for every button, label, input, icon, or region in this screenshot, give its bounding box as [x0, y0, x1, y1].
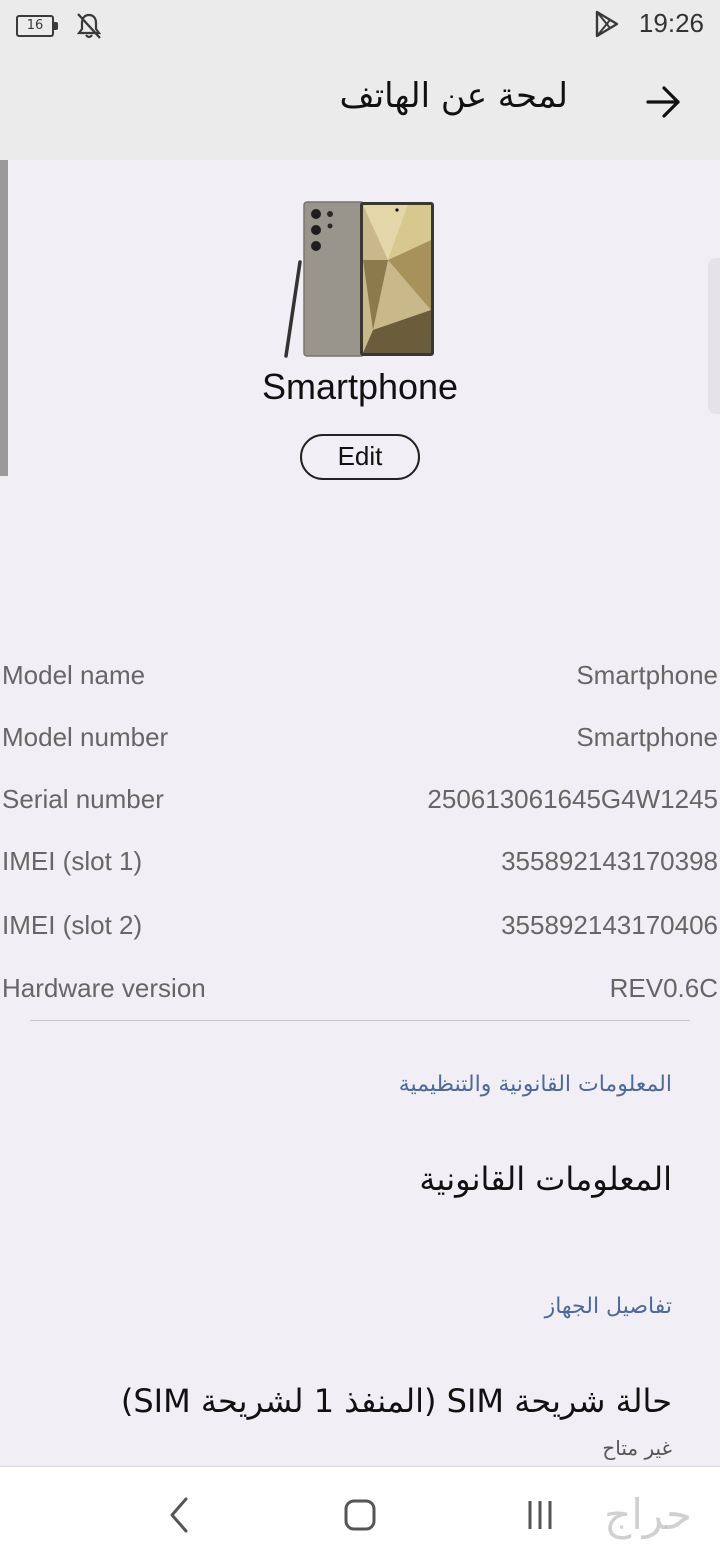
info-value: Smartphone [576, 722, 718, 752]
home-icon[interactable] [336, 1491, 384, 1539]
app-bar: لمحة عن الهاتف [0, 52, 720, 160]
edit-button[interactable]: Edit [300, 434, 420, 480]
clock: 19:26 [638, 8, 704, 38]
battery-level: 16 [26, 18, 44, 33]
info-label: IMEI (slot 1) [2, 846, 143, 876]
info-value: REV0.6C [609, 973, 718, 1003]
info-row-serial-number: Serial number 250613061645G4W1245 [0, 784, 720, 824]
info-value: 355892143170406 [501, 910, 718, 940]
back-arrow-icon[interactable] [644, 82, 684, 122]
status-bar: 16 19:26 [0, 0, 720, 52]
info-label: IMEI (slot 2) [2, 910, 143, 940]
info-row-model-number: Model number Smartphone [0, 722, 720, 762]
play-store-icon [595, 10, 619, 37]
mute-bell-icon [76, 13, 102, 39]
sim-status-value: غير متاح [602, 1436, 672, 1460]
info-value: Smartphone [576, 660, 718, 690]
battery-icon: 16 [16, 15, 58, 37]
info-row-hardware-version: Hardware version REV0.6C [0, 973, 720, 1013]
watermark-logo: حراج [604, 1490, 692, 1539]
sim-status-item[interactable]: حالة شريحة SIM (المنفذ 1 لشريحة SIM) [121, 1382, 672, 1420]
device-name: Smartphone [261, 366, 459, 407]
info-row-model-name: Model name Smartphone [0, 660, 720, 700]
info-row-imei-slot-1: IMEI (slot 1) 355892143170398 [0, 846, 720, 886]
page-title: لمحة عن الهاتف [339, 76, 568, 116]
info-value: 355892143170398 [501, 846, 718, 876]
back-icon[interactable] [156, 1491, 204, 1539]
divider [30, 1020, 690, 1021]
phone-image [284, 201, 434, 358]
section-header-device-details: تفاصيل الجهاز [544, 1294, 672, 1319]
info-label: Model name [2, 660, 146, 690]
info-value: 250613061645G4W1245 [427, 784, 718, 814]
info-row-imei-slot-2: IMEI (slot 2) 355892143170406 [0, 910, 720, 950]
info-label: Model number [2, 722, 169, 752]
info-label: Serial number [2, 784, 164, 814]
left-edge-indicator [0, 160, 8, 476]
section-header-legal: المعلومات القانونية والتنظيمية [398, 1072, 672, 1097]
info-label: Hardware version [2, 973, 206, 1003]
legal-information-item[interactable]: المعلومات القانونية [419, 1160, 672, 1198]
recent-apps-icon[interactable] [516, 1491, 564, 1539]
